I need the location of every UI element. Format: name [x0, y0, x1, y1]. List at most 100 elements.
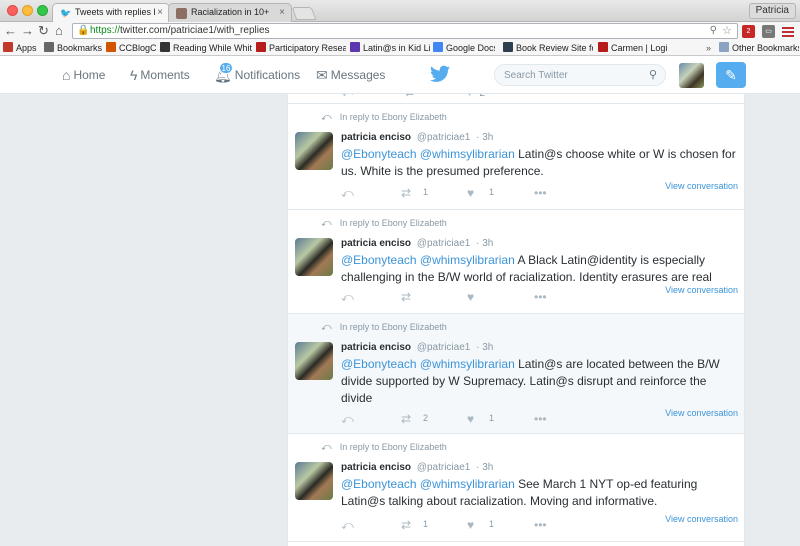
tweet-item[interactable]: ⤺ In reply to Ebony Elizabeth patricia en… [288, 104, 744, 210]
mention-link[interactable]: @Ebonyteach [341, 357, 417, 371]
bookmark-bookmarks[interactable]: Bookmarks [44, 42, 102, 54]
bookmark-star-icon[interactable]: ☆ [722, 24, 732, 38]
address-bar[interactable]: 🔒 https:// twitter.com/patriciae1/with_r… [72, 23, 738, 39]
mention-link[interactable]: @whimsylibrarian [420, 357, 515, 371]
bookmark-book-review-site[interactable]: Book Review Site fo [503, 42, 593, 54]
bookmark-other-bookmarks[interactable]: Other Bookmarks [719, 42, 799, 54]
tweet-author-avatar[interactable] [295, 462, 333, 500]
view-conversation-link[interactable]: View conversation [665, 408, 738, 418]
more-button[interactable]: ••• [534, 186, 547, 200]
more-button[interactable]: ••• [534, 290, 547, 304]
nav-messages[interactable]: ✉ Messages [316, 67, 385, 84]
author-handle[interactable]: @patriciae1 [417, 342, 471, 353]
tweet-item[interactable]: ⤺ In reply to Ebony Elizabeth patricia en… [288, 210, 744, 314]
tweet-item[interactable]: ⤺ In reply to Ebony Elizabeth patricia en… [288, 434, 744, 542]
tab-tweets-with-replies[interactable]: 🐦 Tweets with replies by patricia × [52, 3, 170, 22]
nav-home[interactable]: ⌂ Home [62, 67, 105, 83]
close-tab-icon[interactable]: × [279, 7, 285, 18]
tweet-author-avatar[interactable] [295, 342, 333, 380]
browser-menu-icon[interactable] [782, 25, 794, 37]
bookmark-latinos-in-kid-lit[interactable]: Latin@s in Kid Lit [350, 42, 430, 54]
more-button[interactable]: ••• [534, 518, 547, 532]
reply-button[interactable]: ⤺ [341, 412, 354, 427]
reply-context[interactable]: ⤺ In reply to Ebony Elizabeth [321, 112, 447, 123]
forward-arrow-icon[interactable]: → [21, 23, 34, 39]
mention-link[interactable]: @whimsylibrarian [420, 147, 515, 161]
retweet-count: 1 [423, 187, 429, 197]
retweet-icon: ⇄ [401, 186, 412, 200]
retweet-button[interactable]: ⇄ 1 [401, 186, 428, 200]
tweet-author-avatar[interactable] [295, 238, 333, 276]
view-conversation-link[interactable]: View conversation [665, 181, 738, 191]
maximize-window-button[interactable] [37, 5, 48, 16]
tweet-time[interactable]: · 3h [476, 462, 493, 473]
author-handle[interactable]: @patriciae1 [417, 238, 471, 249]
close-tab-icon[interactable]: × [157, 7, 163, 18]
reply-icon[interactable]: ⤺ [342, 94, 353, 99]
back-arrow-icon[interactable]: ← [4, 23, 17, 39]
view-conversation-link[interactable]: View conversation [665, 514, 738, 524]
author-name[interactable]: patricia enciso [341, 132, 411, 143]
minimize-window-button[interactable] [22, 5, 33, 16]
bookmark-apps[interactable]: Apps [3, 42, 39, 54]
bookmark-reading-while-white[interactable]: Reading While White [160, 42, 252, 54]
mention-link[interactable]: @whimsylibrarian [420, 477, 515, 491]
tweet-header: patricia enciso @patriciae1 · 3h [341, 462, 493, 473]
mention-link[interactable]: @Ebonyteach [341, 147, 417, 161]
like-count: 1 [489, 519, 495, 529]
search-icon[interactable]: ⚲ [649, 68, 657, 81]
heart-icon: ♥ [467, 186, 475, 200]
close-window-button[interactable] [7, 5, 18, 16]
bookmark-ccblogc[interactable]: CCBlogC [106, 42, 156, 54]
like-button[interactable]: ♥ 1 [467, 518, 494, 532]
new-tab-button[interactable] [291, 7, 317, 20]
bookmark-carmen-login[interactable]: Carmen | Login [598, 42, 668, 54]
retweet-button[interactable]: ⇄ 2 [401, 412, 428, 426]
tab-racialization[interactable]: Racialization in 10+ Tweets × [168, 3, 292, 22]
reply-context[interactable]: ⤺ In reply to Ebony Elizabeth [321, 442, 447, 453]
reply-button[interactable]: ⤺ [341, 186, 354, 201]
cast-icon[interactable]: ▭ [762, 25, 775, 38]
like-button[interactable]: ♥ 1 [467, 412, 494, 426]
mention-link[interactable]: @Ebonyteach [341, 477, 417, 491]
tweet-time[interactable]: · 3h [476, 238, 493, 249]
mention-link[interactable]: @whimsylibrarian [420, 253, 515, 267]
bookmark-favicon-icon [598, 42, 608, 52]
author-name[interactable]: patricia enciso [341, 462, 411, 473]
tweet-item[interactable]: ⤺ In reply to Ebony Elizabeth patricia en… [288, 314, 744, 434]
profile-button[interactable]: Patricia [748, 3, 796, 19]
author-name[interactable]: patricia enciso [341, 238, 411, 249]
compose-tweet-button[interactable]: ✎ [716, 62, 746, 88]
reply-context[interactable]: ⤺ In reply to Ebony Elizabeth [321, 218, 447, 229]
tweet-time[interactable]: · 3h [476, 132, 493, 143]
tweet-time[interactable]: · 3h [476, 342, 493, 353]
search-input[interactable] [504, 68, 644, 82]
reload-icon[interactable]: ↻ [38, 23, 49, 39]
view-conversation-link[interactable]: View conversation [665, 285, 738, 295]
reply-button[interactable]: ⤺ [341, 290, 354, 305]
mention-link[interactable]: @Ebonyteach [341, 253, 417, 267]
retweet-button[interactable]: ⇄ 1 [401, 518, 428, 532]
extension-icon[interactable]: 2 [742, 25, 755, 38]
like-button[interactable]: ♥ [467, 290, 474, 304]
retweet-button[interactable]: ⇄ [401, 290, 411, 304]
like-icon[interactable]: ♥ [467, 94, 473, 99]
bookmark-favicon-icon [503, 42, 513, 52]
more-button[interactable]: ••• [534, 412, 547, 426]
tweet-author-avatar[interactable] [295, 132, 333, 170]
author-handle[interactable]: @patriciae1 [417, 462, 471, 473]
bookmark-google-docs[interactable]: Google Docs [433, 42, 495, 54]
twitter-bird-logo-icon[interactable] [430, 65, 450, 83]
author-name[interactable]: patricia enciso [341, 342, 411, 353]
reply-context[interactable]: ⤺ In reply to Ebony Elizabeth [321, 322, 447, 333]
like-button[interactable]: ♥ 1 [467, 186, 494, 200]
search-icon[interactable]: ⚲ [710, 24, 717, 38]
reply-button[interactable]: ⤺ [341, 518, 354, 533]
nav-moments[interactable]: ϟ Moments [130, 67, 190, 83]
bookmark-participatory-research[interactable]: Participatory Resea [256, 42, 346, 54]
home-icon[interactable]: ⌂ [55, 23, 63, 39]
more-bookmarks-chevron-icon[interactable]: » [706, 42, 716, 54]
author-handle[interactable]: @patriciae1 [417, 132, 471, 143]
user-avatar[interactable] [679, 63, 704, 88]
retweet-icon[interactable]: ⇄ [405, 94, 413, 99]
